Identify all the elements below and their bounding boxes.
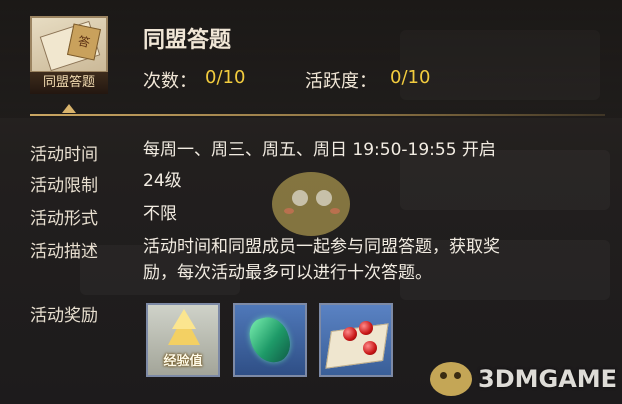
reward-experience-label: 经验值 bbox=[163, 354, 203, 369]
activity-icon-label: 同盟答题 bbox=[30, 71, 108, 94]
activity-points-value: 0/10 bbox=[390, 67, 431, 88]
activity-icon: 答 同盟答题 bbox=[30, 16, 108, 94]
format-label: 活动形式 bbox=[30, 209, 98, 229]
mascot-bird-icon bbox=[430, 362, 472, 396]
cloth-icon bbox=[325, 323, 389, 369]
description-line-1: 活动时间和同盟成员一起参与同盟答题，获取奖 bbox=[143, 237, 500, 257]
requirement-label: 活动限制 bbox=[30, 176, 98, 196]
description-line-2: 励，每次活动最多可以进行十次答题。 bbox=[143, 263, 432, 283]
red-bead-icon bbox=[363, 341, 377, 355]
reward-slot-beads[interactable] bbox=[319, 303, 393, 377]
activity-detail-panel: 答 同盟答题 同盟答题 次数： 0/10 活跃度： 0/10 活动时间 每周一、… bbox=[0, 0, 622, 404]
selection-pointer-icon bbox=[62, 104, 76, 113]
count-value: 0/10 bbox=[205, 67, 246, 88]
format-value: 不限 bbox=[143, 204, 177, 224]
reward-slot-experience[interactable]: 经验值 bbox=[146, 303, 220, 377]
time-label: 活动时间 bbox=[30, 145, 98, 165]
count-label: 次数： bbox=[143, 71, 197, 92]
green-gem-icon bbox=[246, 313, 294, 367]
requirement-value: 24级 bbox=[143, 171, 182, 191]
red-bead-icon bbox=[359, 321, 373, 335]
mascot-watermark-icon bbox=[262, 168, 358, 242]
reward-slot-gem[interactable] bbox=[233, 303, 307, 377]
header-divider bbox=[30, 114, 605, 116]
time-value: 每周一、周三、周五、周日 19:50-19:55 开启 bbox=[143, 140, 496, 160]
site-watermark: 3DMGAME bbox=[430, 362, 617, 396]
experience-icon-top bbox=[172, 309, 196, 329]
activity-title: 同盟答题 bbox=[143, 28, 232, 53]
activity-points-label: 活跃度： bbox=[305, 71, 377, 92]
description-label: 活动描述 bbox=[30, 242, 98, 262]
watermark-text: 3DMGAME bbox=[478, 365, 618, 393]
rewards-label: 活动奖励 bbox=[30, 306, 98, 326]
red-bead-icon bbox=[343, 327, 357, 341]
